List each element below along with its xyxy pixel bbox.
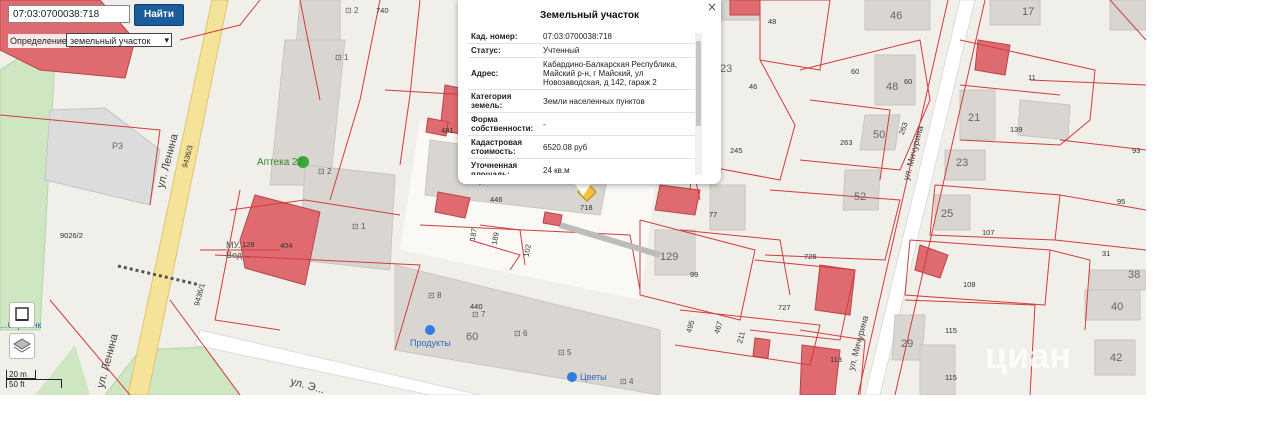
house-number: 50 xyxy=(873,129,886,141)
parcel-label: 404 xyxy=(280,241,293,250)
info-value: 07:03:0700038:718 xyxy=(540,30,701,44)
definition-selected-value: земельный участок xyxy=(70,36,151,46)
parcel-label: 93 xyxy=(1132,146,1141,155)
house-number: 42 xyxy=(1110,352,1123,364)
parcel-label: 31 xyxy=(1102,249,1111,258)
parcel-label: 113 xyxy=(830,355,842,364)
parcel-label: 128 xyxy=(242,240,255,249)
info-key: Уточненная площадь: xyxy=(468,158,540,175)
parcel-info-table: Кад. номер: 07:03:0700038:718 Статус: Учте… xyxy=(468,30,701,175)
popup-info-scroll[interactable]: Кад. номер: 07:03:0700038:718 Статус: Учте… xyxy=(468,30,701,175)
poi-pharmacy-label[interactable]: Аптека 22 xyxy=(257,157,303,168)
table-row: Адрес: Кабардино-Балкарская Республика, М… xyxy=(468,57,701,90)
house-number: 29 xyxy=(901,338,914,350)
table-row: Кад. номер: 07:03:0700038:718 xyxy=(468,30,701,44)
parcel-label: 481 xyxy=(441,126,454,135)
scale-metric: 20 m xyxy=(6,370,36,379)
info-value: Земли населенных пунктов xyxy=(540,89,701,113)
entrance-marker: ⊡ 1 xyxy=(352,222,366,231)
info-value: 24 кв.м xyxy=(540,158,701,175)
close-icon[interactable]: × xyxy=(707,0,717,14)
parcel-label: 263 xyxy=(840,138,853,147)
info-key: Кад. номер: xyxy=(468,30,540,44)
scrollbar-thumb[interactable] xyxy=(696,41,701,126)
house-number: 46 xyxy=(890,10,903,22)
entrance-marker: ⊡ 1 xyxy=(335,53,349,62)
parcel-label: 9026/2 xyxy=(60,231,83,240)
parcel-label: 48 xyxy=(768,17,777,26)
entrance-marker: ⊡ 6 xyxy=(514,329,528,338)
entrance-marker: ⊡ 4 xyxy=(620,377,634,386)
parcel-label: 740 xyxy=(376,6,389,15)
measure-tool-button[interactable] xyxy=(9,302,35,328)
scale-imperial: 50 ft xyxy=(6,379,62,389)
info-key: Категория земель: xyxy=(468,89,540,113)
table-row: Кадастровая стоимость: 6520.08 руб xyxy=(468,135,701,159)
house-number: 48 xyxy=(886,81,899,93)
table-row: Статус: Учтенный xyxy=(468,43,701,58)
info-value: Учтенный xyxy=(540,43,701,58)
parcel-label: 108 xyxy=(963,280,976,289)
parcel-label: 718 xyxy=(580,203,593,212)
parcel-label: 245 xyxy=(730,146,743,155)
poi-flowers-label[interactable]: Цветы xyxy=(580,372,607,382)
info-key: Кадастровая стоимость: xyxy=(468,135,540,159)
layers-icon xyxy=(13,338,31,353)
table-row: Категория земель: Земли населенных пункто… xyxy=(468,89,701,113)
entrance-marker: ⊡ 2 xyxy=(318,167,332,176)
entrance-marker: ⊡ 7 xyxy=(472,310,486,319)
info-value: - xyxy=(540,112,701,136)
house-number: 23 xyxy=(956,157,969,169)
popup-pointer xyxy=(575,184,591,196)
info-key: Форма собственности: xyxy=(468,112,540,136)
ruler-icon xyxy=(15,307,29,321)
find-button[interactable]: Найти xyxy=(134,4,184,26)
house-number: 25 xyxy=(941,208,954,220)
chevron-down-icon: ▾ xyxy=(164,35,169,45)
entrance-marker: ⊡ 8 xyxy=(428,291,442,300)
parcel-label: 11 xyxy=(1028,73,1036,82)
popup-title: Земельный участок xyxy=(539,10,640,21)
search-input[interactable]: 07:03:0700038:718 xyxy=(8,5,130,23)
house-number: P3 xyxy=(112,141,124,151)
parcel-label: 95 xyxy=(1117,197,1126,206)
parcel-label: 60 xyxy=(904,77,913,86)
parcel-label: 107 xyxy=(982,228,995,237)
entrance-marker: ⊡ 2 xyxy=(345,6,359,15)
parcel-label: 115 xyxy=(945,326,957,335)
house-number: 38 xyxy=(1128,269,1141,281)
house-number: 129 xyxy=(660,251,679,263)
info-key: Статус: xyxy=(468,43,540,58)
layers-button[interactable] xyxy=(9,333,35,359)
house-number: 40 xyxy=(1111,301,1124,313)
table-row: Уточненная площадь: 24 кв.м xyxy=(468,158,701,175)
entrance-marker: ⊡ 5 xyxy=(558,348,572,357)
house-number: 17 xyxy=(1022,6,1035,18)
parcel-label: 115 xyxy=(945,373,957,382)
info-key: Адрес: xyxy=(468,57,540,90)
info-value: 6520.08 руб xyxy=(540,135,701,159)
parcel-label: 139 xyxy=(1010,125,1023,134)
parcel-label: 446 xyxy=(490,195,503,204)
parcel-info-popup: Земельный участок × Кад. номер: 07:03:070… xyxy=(458,0,721,184)
definition-select[interactable]: земельный участок ▾ xyxy=(66,33,172,47)
watermark-logo: циан xyxy=(985,335,1072,376)
house-number: 21 xyxy=(968,112,981,124)
house-number: 23 xyxy=(720,63,733,75)
map-canvas[interactable]: ул. Ленина ул. Ленина ул. Мичурина ул. М… xyxy=(0,0,1146,395)
parcel-label: 99 xyxy=(690,270,699,279)
parcel-label: 727 xyxy=(778,303,791,312)
table-row: Форма собственности: - xyxy=(468,112,701,136)
parcel-label: 46 xyxy=(749,82,758,91)
parcel-label: 60 xyxy=(851,67,860,76)
poi-shop-label[interactable]: Продукты xyxy=(410,338,451,348)
definition-label: Определение xyxy=(8,34,69,48)
parcel-label: 726 xyxy=(804,252,817,261)
info-value: Кабардино-Балкарская Республика, Майский… xyxy=(540,57,701,90)
popup-scrollbar[interactable] xyxy=(695,33,702,175)
map-scale: 20 m 50 ft xyxy=(6,370,62,389)
house-number: 60 xyxy=(466,331,479,343)
house-number: 52 xyxy=(854,191,867,203)
parcel-label: 77 xyxy=(709,210,718,219)
